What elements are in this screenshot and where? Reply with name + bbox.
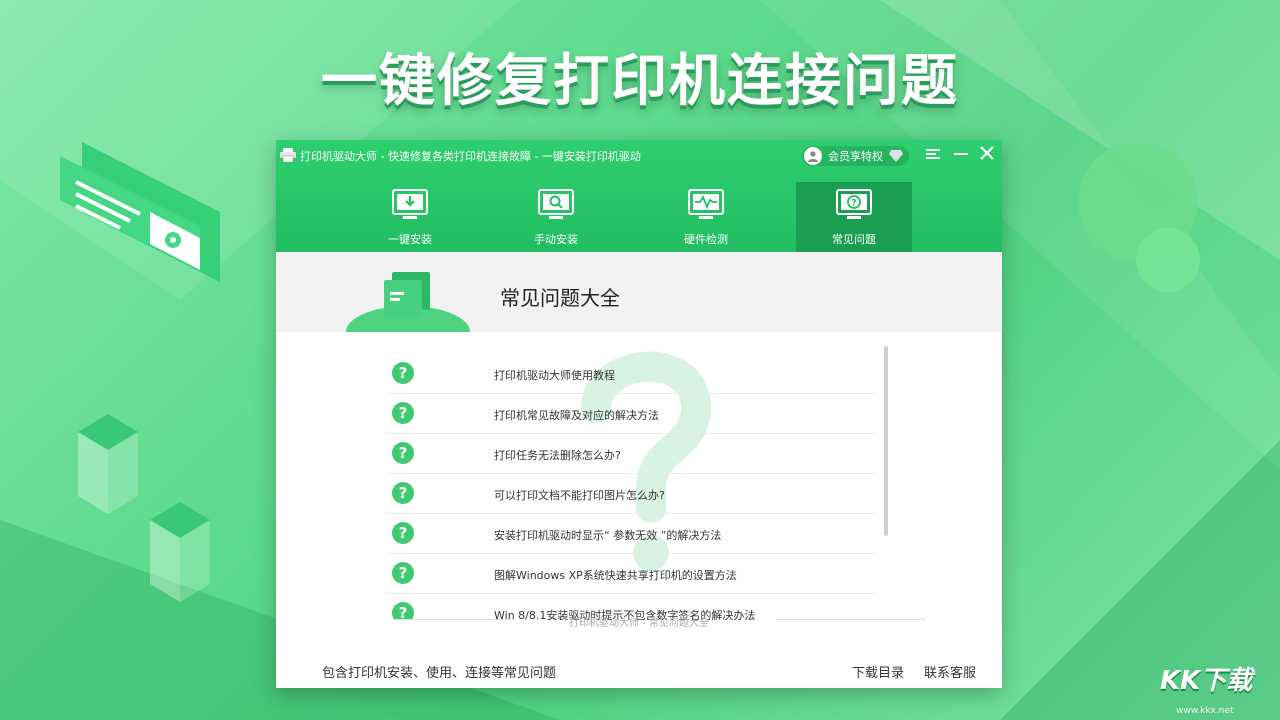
question-icon: ? [392,482,414,504]
tab-one-click-install[interactable]: 一键安装 [352,182,468,252]
close-icon[interactable] [976,144,998,166]
main-tabs: 一键安装 手动安装 硬件检测 ? 常见问题 [276,182,1002,252]
brand-logo: KK下载 [1160,666,1253,696]
faq-scrollbar[interactable] [884,346,888,536]
svg-text:?: ? [851,199,856,209]
download-directory-link[interactable]: 下载目录 [852,662,904,681]
user-avatar-icon [804,147,822,165]
question-monitor-icon: ? [836,189,872,219]
printer-app-icon [280,148,296,162]
question-icon: ? [392,402,414,424]
faq-item[interactable]: ? 打印任务无法删除怎么办? [386,434,876,474]
window-footer: 包含打印机安装、使用、连接等常见问题 下载目录 联系客服 [276,648,1002,688]
faq-item[interactable]: ? 安装打印机驱动时显示“ 参数无效 ”的解决方法 [386,514,876,554]
faq-item-text: 可以打印文档不能打印图片怎么办? [494,489,665,502]
decor-cube-1 [78,414,138,518]
app-window: 打印机驱动大师 - 快速修复各类打印机连接故障 - 一键安装打印机驱动 会员享特… [276,140,1002,688]
faq-content: ? 打印机驱动大师使用教程 ? 打印机常见故障及对应的解决方法 ? 打印任务无法删除怎… [276,332,1002,688]
tab-label: 常见问题 [832,233,876,246]
question-icon: ? [392,442,414,464]
tab-faq[interactable]: ? 常见问题 [796,182,912,252]
faq-list: ? 打印机驱动大师使用教程 ? 打印机常见故障及对应的解决方法 ? 打印任务无法删除怎… [386,354,876,620]
tab-hardware-check[interactable]: 硬件检测 [648,182,764,252]
vip-label: 会员享特权 [828,150,883,163]
faq-item-text: 打印任务无法删除怎么办? [494,449,621,462]
faq-banner: 常见问题大全 [276,252,1002,332]
faq-item[interactable]: ? 打印机常见故障及对应的解决方法 [386,394,876,434]
tab-label: 手动安装 [534,233,578,246]
faq-banner-illustration [346,272,470,332]
question-icon: ? [392,522,414,544]
brand-url: www.kkx.net [1176,706,1234,716]
menu-icon[interactable] [922,144,944,166]
faq-item[interactable]: ? 打印机驱动大师使用教程 [386,354,876,394]
minimize-icon[interactable] [950,144,972,166]
diamond-icon [889,150,903,162]
question-icon: ? [392,362,414,384]
tab-label: 一键安装 [388,233,432,246]
window-title: 打印机驱动大师 - 快速修复各类打印机连接故障 - 一键安装打印机驱动 [300,150,641,163]
faq-item-text: 图解Windows XP系统快速共享打印机的设置方法 [494,569,737,582]
faq-page-title: 常见问题大全 [500,286,620,310]
decor-cards-illustration [60,142,220,282]
faq-item-text: 安装打印机驱动时显示“ 参数无效 ”的解决方法 [494,529,722,542]
decor-cube-2 [150,502,210,606]
printer-download-icon [392,189,428,219]
faq-item-text: 打印机常见故障及对应的解决方法 [494,409,659,422]
faq-item[interactable]: ? 图解Windows XP系统快速共享打印机的设置方法 [386,554,876,594]
tab-label: 硬件检测 [684,233,728,246]
question-icon: ? [392,562,414,584]
promo-headline: 一键修复打印机连接问题 [321,49,959,114]
decor-circle-small [1136,228,1200,292]
pulse-monitor-icon [688,189,724,219]
faq-item-text: 打印机驱动大师使用教程 [494,369,615,382]
screenshot-caption: 打印机驱动大师 - 常见问题大全 [569,618,709,629]
footer-description: 包含打印机安装、使用、连接等常见问题 [322,666,557,681]
contact-support-link[interactable]: 联系客服 [924,662,976,681]
faq-item[interactable]: ? 可以打印文档不能打印图片怎么办? [386,474,876,514]
vip-privilege-button[interactable]: 会员享特权 [802,146,909,166]
title-bar: 打印机驱动大师 - 快速修复各类打印机连接故障 - 一键安装打印机驱动 会员享特… [276,140,1002,252]
search-monitor-icon [538,189,574,219]
tab-manual-install[interactable]: 手动安装 [498,182,614,252]
